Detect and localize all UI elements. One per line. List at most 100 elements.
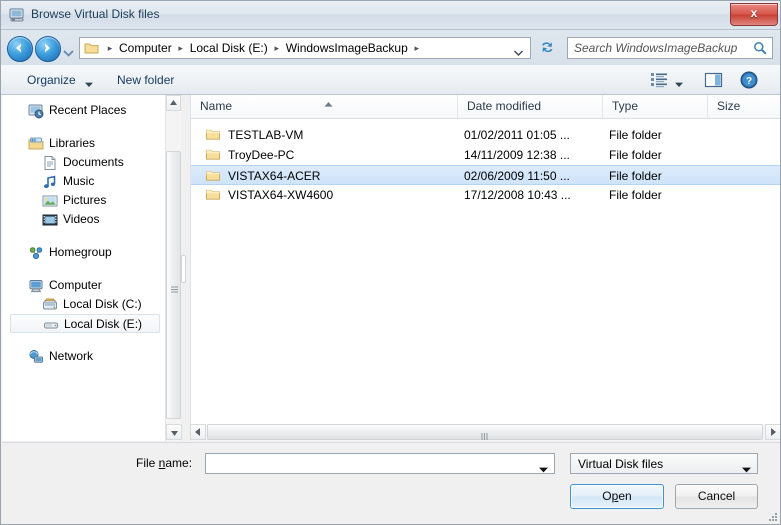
sidebar-item-label: Local Disk (E:): [64, 317, 143, 331]
column-header-type-label: Type: [612, 99, 639, 113]
breadcrumb-bar[interactable]: ▸ Computer ▸ Local Disk (E:) ▸ WindowsIm…: [79, 37, 531, 59]
date-modified-cell: 01/02/2011 01:05 ...: [464, 128, 570, 142]
type-cell: File folder: [609, 169, 662, 183]
sidebar-item-libraries[interactable]: Libraries: [2, 134, 165, 153]
address-bar: ▸ Computer ▸ Local Disk (E:) ▸ WindowsIm…: [1, 30, 780, 65]
sidebar-item-label: Recent Places: [49, 103, 127, 117]
toolbar: Organize New folder ?: [1, 65, 780, 95]
table-row[interactable]: VISTAX64-XW4600 17/12/2008 10:43 ... File …: [191, 185, 780, 205]
refresh-icon[interactable]: [539, 40, 556, 55]
sidebar-item-label: Music: [63, 174, 95, 188]
sidebar-item-network[interactable]: Network: [2, 347, 165, 366]
table-row[interactable]: TroyDee-PC 14/11/2009 12:38 ... File folde…: [191, 145, 780, 165]
organize-button[interactable]: Organize: [21, 70, 82, 90]
nav-group-spacer: [2, 333, 165, 347]
breadcrumb-separator-1[interactable]: ▸: [175, 43, 187, 54]
hard-drive-icon: [42, 297, 58, 313]
chevron-down-icon[interactable]: [539, 462, 548, 473]
sidebar-item-label: Libraries: [49, 136, 96, 150]
file-name-input[interactable]: [210, 456, 535, 471]
libraries-icon: [28, 136, 44, 152]
date-modified-cell: 17/12/2008 10:43 ...: [464, 188, 571, 202]
help-icon[interactable]: ?: [740, 71, 758, 89]
scroll-right-icon[interactable]: [765, 424, 780, 440]
folder-icon: [205, 187, 221, 202]
column-header-type[interactable]: Type: [603, 95, 708, 118]
file-name-combo[interactable]: [205, 453, 555, 474]
column-header-name-label: Name: [200, 99, 233, 113]
cancel-button[interactable]: Cancel: [675, 484, 758, 509]
file-name-cell: TroyDee-PC: [228, 148, 295, 162]
search-box[interactable]: [567, 37, 773, 59]
chevron-down-icon[interactable]: [85, 77, 93, 87]
sidebar-item-documents[interactable]: Documents: [2, 153, 165, 172]
chevron-down-icon[interactable]: [675, 77, 683, 87]
sidebar-item-music[interactable]: Music: [2, 172, 165, 191]
view-list-icon[interactable]: [650, 71, 670, 89]
sidebar-item-label: Homegroup: [49, 245, 112, 259]
file-type-combo[interactable]: Virtual Disk files: [570, 453, 758, 474]
open-button[interactable]: Open: [570, 484, 664, 509]
sidebar-item-pictures[interactable]: Pictures: [2, 191, 165, 210]
date-modified-cell: 02/06/2009 11:50 ...: [464, 169, 570, 183]
file-name-cell: VISTAX64-ACER: [228, 169, 321, 183]
file-list-pane: Name Date modified Type Size TESTLAB-VM 0…: [190, 95, 780, 441]
file-name-label: File name:: [136, 456, 192, 470]
sidebar-item-videos[interactable]: Videos: [2, 210, 165, 229]
scroll-thumb-grip: [171, 282, 178, 293]
table-row[interactable]: VISTAX64-ACER 02/06/2009 11:50 ... File fo…: [191, 165, 780, 185]
chevron-down-icon[interactable]: [742, 462, 751, 473]
new-folder-button[interactable]: New folder: [111, 70, 180, 90]
nav-group-spacer: [2, 262, 165, 276]
close-button[interactable]: x: [730, 3, 778, 26]
documents-icon: [42, 155, 58, 171]
scroll-thumb-grip: [481, 429, 489, 440]
navigation-scrollbar[interactable]: [165, 95, 181, 441]
search-input[interactable]: [574, 40, 744, 56]
sidebar-item-recent-places[interactable]: Recent Places: [2, 101, 165, 120]
history-dropdown-icon[interactable]: [63, 46, 74, 57]
navigation-scroll-down-button[interactable]: [166, 424, 182, 440]
file-list-horizontal-scrollbar[interactable]: [190, 424, 780, 441]
sidebar-item-label: Network: [49, 349, 94, 363]
column-header-size-label: Size: [717, 99, 741, 113]
pane-splitter[interactable]: [181, 95, 186, 441]
open-label-post: en: [618, 489, 632, 503]
breadcrumb-separator-3[interactable]: ▸: [411, 43, 423, 54]
table-row[interactable]: TESTLAB-VM 01/02/2011 01:05 ... File folde…: [191, 125, 780, 145]
folder-icon: [205, 168, 221, 183]
column-header-size[interactable]: Size: [708, 95, 780, 118]
sidebar-item-label: Local Disk (C:): [63, 297, 142, 311]
forward-button[interactable]: [35, 36, 61, 62]
close-icon: x: [750, 6, 758, 20]
breadcrumb-separator-0[interactable]: ▸: [104, 43, 116, 54]
chevron-down-icon[interactable]: [514, 45, 523, 56]
type-cell: File folder: [609, 128, 662, 142]
sidebar-item-homegroup[interactable]: Homegroup: [2, 243, 165, 262]
sidebar-item-local-disk-e[interactable]: Local Disk (E:): [10, 314, 160, 333]
column-header-date-modified[interactable]: Date modified: [458, 95, 603, 118]
sort-ascending-icon: [324, 96, 333, 107]
sidebar-item-local-disk-c[interactable]: Local Disk (C:): [2, 295, 165, 314]
open-label-pre: O: [602, 489, 612, 503]
navigation-scroll-thumb[interactable]: [166, 151, 181, 419]
breadcrumb-item-windowsimagebackup[interactable]: WindowsImageBackup: [283, 41, 411, 55]
type-cell: File folder: [609, 148, 662, 162]
breadcrumb-item-computer[interactable]: Computer: [116, 41, 175, 55]
resize-grip-icon[interactable]: [766, 510, 778, 522]
sidebar-item-label: Videos: [63, 212, 100, 226]
sidebar-item-computer[interactable]: Computer: [2, 276, 165, 295]
preview-pane-icon[interactable]: [704, 71, 724, 89]
scroll-left-icon[interactable]: [190, 424, 206, 440]
homegroup-icon: [28, 245, 44, 261]
back-button[interactable]: [7, 36, 33, 62]
scroll-up-icon[interactable]: [166, 95, 181, 111]
breadcrumb-item-local-disk-e[interactable]: Local Disk (E:): [187, 41, 271, 55]
file-name-label-post: ame:: [165, 456, 193, 470]
folder-icon: [205, 127, 221, 142]
dialog-footer: File name: Virtual Disk files Open Cance…: [2, 442, 780, 524]
horizontal-scroll-thumb[interactable]: [207, 424, 763, 440]
splitter-grip: [181, 255, 186, 283]
type-cell: File folder: [609, 188, 662, 202]
breadcrumb-separator-2[interactable]: ▸: [271, 43, 283, 54]
